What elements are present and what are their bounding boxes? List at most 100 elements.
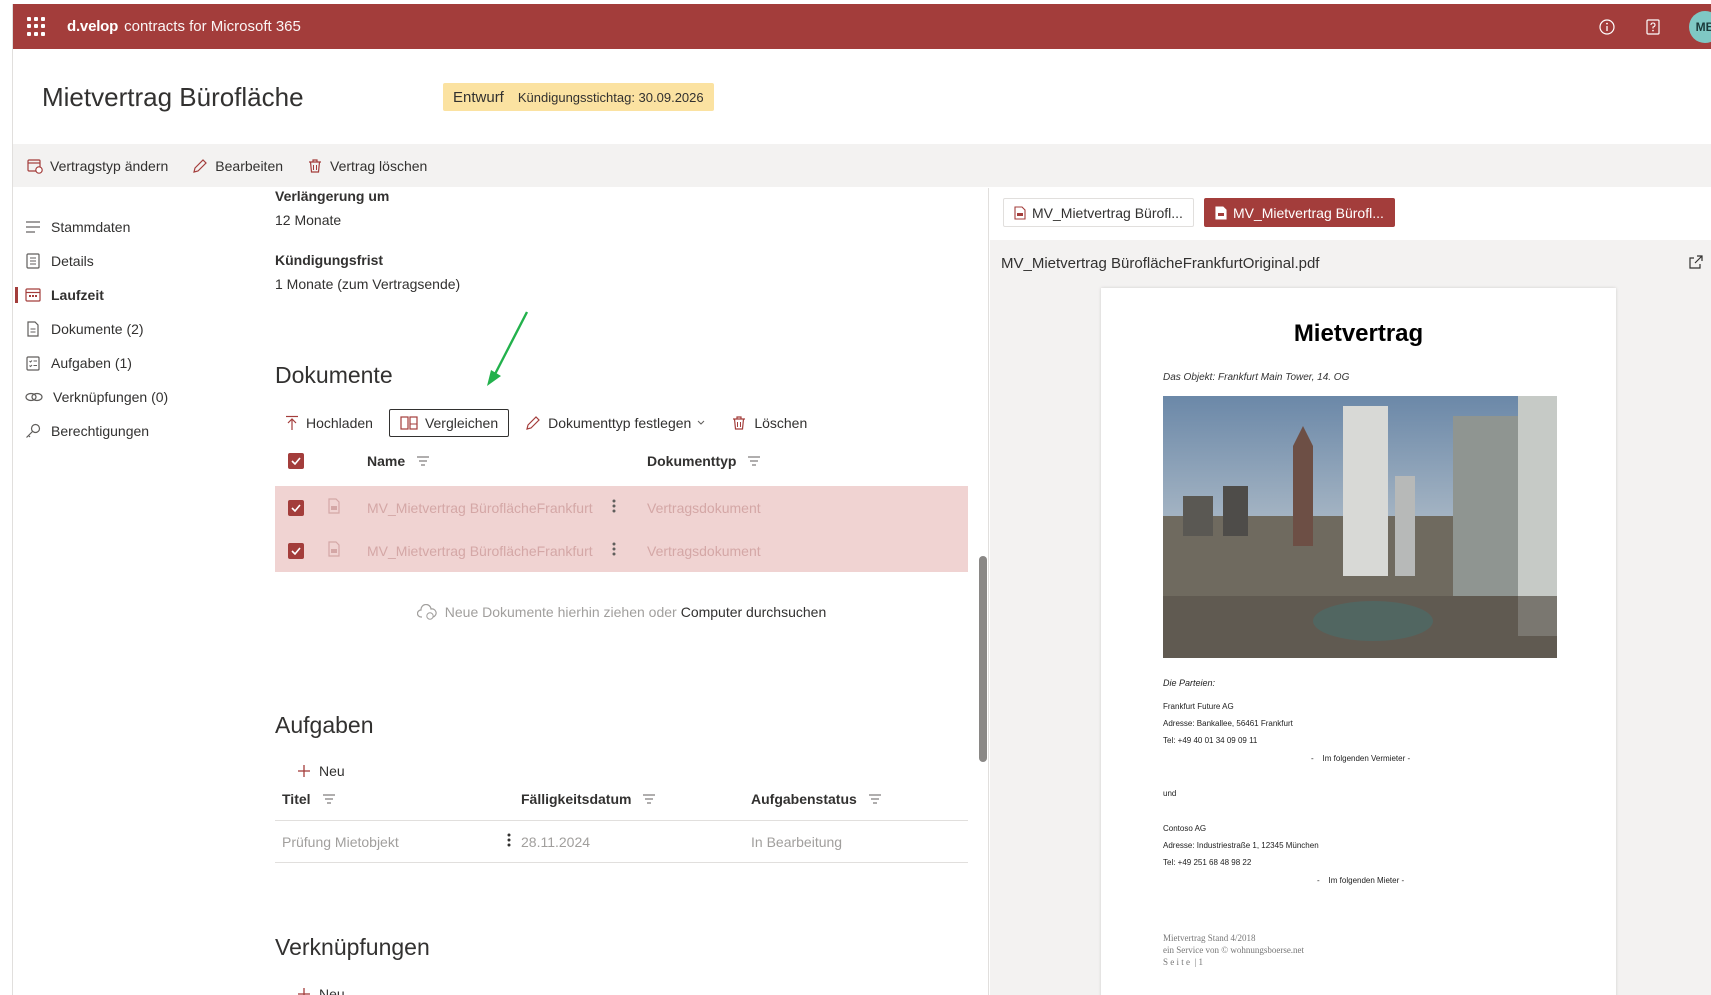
upload-label: Hochladen — [306, 415, 373, 431]
key-icon — [26, 423, 41, 438]
nav-item-verknuepfungen[interactable]: Verknüpfungen (0) — [13, 380, 253, 414]
app-launcher-icon[interactable] — [27, 16, 47, 37]
document-name[interactable]: MV_Mietvertrag BüroflächeFrankfurt — [367, 500, 612, 516]
nav-item-berechtigungen[interactable]: Berechtigungen — [13, 414, 253, 448]
annotation-arrow-icon — [487, 311, 529, 386]
plus-icon — [298, 765, 310, 777]
documents-table-header: Name Dokumenttyp — [275, 446, 968, 476]
trash-icon — [309, 158, 322, 173]
column-header-name[interactable]: Name — [367, 453, 647, 469]
renewal-value: 12 Monate — [275, 212, 342, 228]
pdf-file-icon — [328, 498, 340, 514]
delete-documents-label: Löschen — [754, 415, 808, 431]
edit-button[interactable]: Bearbeiten — [192, 158, 283, 174]
task-status: In Bearbeitung — [751, 833, 843, 850]
nav-label: Berechtigungen — [51, 423, 150, 439]
column-header-status[interactable]: Aufgabenstatus — [751, 791, 881, 807]
open-external-icon[interactable] — [1688, 254, 1704, 270]
column-header-type[interactable]: Dokumenttyp — [647, 453, 761, 469]
tasks-table: Titel Fälligkeitsdatum Aufgabenstatus Pr… — [275, 784, 968, 863]
plus-icon — [298, 988, 310, 995]
filter-icon — [748, 456, 761, 466]
cloud-upload-icon — [416, 604, 437, 620]
pdf-tenant-tel: Tel: +49 251 68 48 98 22 — [1163, 858, 1252, 867]
table-row[interactable]: MV_Mietvertrag BüroflächeFrankfurt Vertr… — [275, 529, 968, 572]
renewal-label: Verlängerung um — [275, 188, 390, 204]
pencil-icon — [526, 416, 540, 430]
pdf-tenant-name: Contoso AG — [1163, 824, 1207, 833]
drop-zone[interactable]: Neue Dokumente hierhin ziehen oder Compu… — [275, 604, 968, 620]
table-row[interactable]: MV_Mietvertrag BüroflächeFrankfurt Vertr… — [275, 486, 968, 529]
nav-label: Details — [51, 253, 94, 269]
document-lines-icon — [26, 253, 40, 269]
column-title-label: Titel — [282, 791, 311, 807]
notice-label: Kündigungsfrist — [275, 252, 384, 268]
row-checkbox[interactable] — [288, 542, 304, 559]
task-title[interactable]: Prüfung Mietobjekt — [282, 834, 527, 850]
task-due-date: 28.11.2024 — [521, 833, 591, 850]
compare-icon — [400, 416, 418, 430]
row-checkbox[interactable] — [288, 499, 304, 516]
skyline-photo — [1163, 396, 1557, 658]
pencil-icon — [193, 158, 208, 173]
app-window: d.velop contracts for Microsoft 365 MB M… — [12, 4, 1711, 995]
pdf-page: Mietvertrag Das Objekt: Frankfurt Main T… — [1101, 288, 1616, 995]
select-all-checkbox[interactable] — [288, 453, 304, 469]
status-label: Entwurf — [453, 88, 504, 106]
compare-button[interactable]: Vergleichen — [388, 409, 510, 437]
command-bar: Vertragstyp ändern Bearbeiten Vertrag lö… — [13, 144, 1711, 187]
column-type-label: Dokumenttyp — [647, 453, 737, 469]
filter-icon — [868, 794, 881, 804]
column-header-title[interactable]: Titel — [282, 791, 521, 807]
documents-section-title: Dokumente — [275, 362, 393, 388]
notice-value: 1 Monate (zum Vertragsende) — [275, 276, 461, 292]
more-options-icon[interactable] — [612, 499, 647, 516]
column-due-label: Fälligkeitsdatum — [521, 791, 632, 807]
delete-contract-label: Vertrag löschen — [330, 157, 428, 174]
help-icon[interactable] — [1643, 17, 1663, 37]
nav-item-stammdaten[interactable]: Stammdaten — [13, 210, 253, 244]
browse-computer-link[interactable]: Computer durchsuchen — [681, 604, 827, 620]
edit-label: Bearbeiten — [215, 157, 284, 174]
chevron-down-icon — [697, 420, 705, 425]
column-header-due[interactable]: Fälligkeitsdatum — [521, 791, 751, 807]
document-type: Vertragsdokument — [647, 542, 761, 559]
notice-date-label: Kündigungsstichtag: 30.09.2026 — [517, 89, 704, 105]
delete-documents-button[interactable]: Löschen — [721, 409, 817, 437]
new-link-button[interactable]: Neu — [297, 986, 345, 995]
viewer-filename: MV_Mietvertrag BüroflächeFrankfurtOrigin… — [1001, 254, 1320, 272]
scrollbar-thumb[interactable] — [979, 556, 987, 762]
pane-splitter[interactable] — [988, 188, 989, 995]
new-task-button[interactable]: Neu — [297, 763, 345, 779]
viewer-tab-2[interactable]: MV_Mietvertrag Bürofl... — [1203, 198, 1395, 227]
avatar[interactable]: MB — [1689, 10, 1711, 43]
new-link-label: Neu — [319, 986, 345, 995]
viewer-header: MV_Mietvertrag BüroflächeFrankfurtOrigin… — [990, 240, 1711, 286]
tasks-icon — [26, 356, 40, 371]
set-document-type-button[interactable]: Dokumenttyp festlegen — [515, 409, 715, 437]
viewer-tab-1[interactable]: MV_Mietvertrag Bürofl... — [1003, 198, 1194, 227]
nav-item-dokumente[interactable]: Dokumente (2) — [13, 312, 253, 346]
upload-button[interactable]: Hochladen — [275, 409, 383, 437]
delete-contract-button[interactable]: Vertrag löschen — [307, 158, 427, 174]
pdf-file-icon — [1014, 205, 1026, 220]
link-icon — [25, 392, 43, 402]
pdf-tenant-address: Adresse: Industriestraße 1, 12345 Münche… — [1163, 841, 1319, 850]
pdf-landlord-name: Frankfurt Future AG — [1163, 702, 1234, 711]
more-options-icon[interactable] — [612, 542, 647, 559]
column-status-label: Aufgabenstatus — [751, 791, 857, 807]
nav-item-laufzeit[interactable]: Laufzeit — [13, 278, 253, 312]
change-type-button[interactable]: Vertragstyp ändern — [27, 158, 168, 174]
compare-label: Vergleichen — [424, 415, 499, 431]
info-icon[interactable] — [1597, 17, 1617, 37]
upload-icon — [286, 415, 298, 430]
viewer-tabs: MV_Mietvertrag Bürofl... MV_Mietvertrag … — [1003, 198, 1405, 227]
filter-icon — [322, 794, 335, 804]
document-name[interactable]: MV_Mietvertrag BüroflächeFrankfurt — [367, 543, 612, 559]
table-row[interactable]: Prüfung Mietobjekt 28.11.2024 In Bearbei… — [275, 820, 968, 863]
nav-label: Dokumente (2) — [51, 321, 144, 337]
nav-item-details[interactable]: Details — [13, 244, 253, 278]
trash-icon — [733, 416, 746, 430]
change-type-label: Vertragstyp ändern — [50, 157, 169, 174]
nav-item-aufgaben[interactable]: Aufgaben (1) — [13, 346, 253, 380]
